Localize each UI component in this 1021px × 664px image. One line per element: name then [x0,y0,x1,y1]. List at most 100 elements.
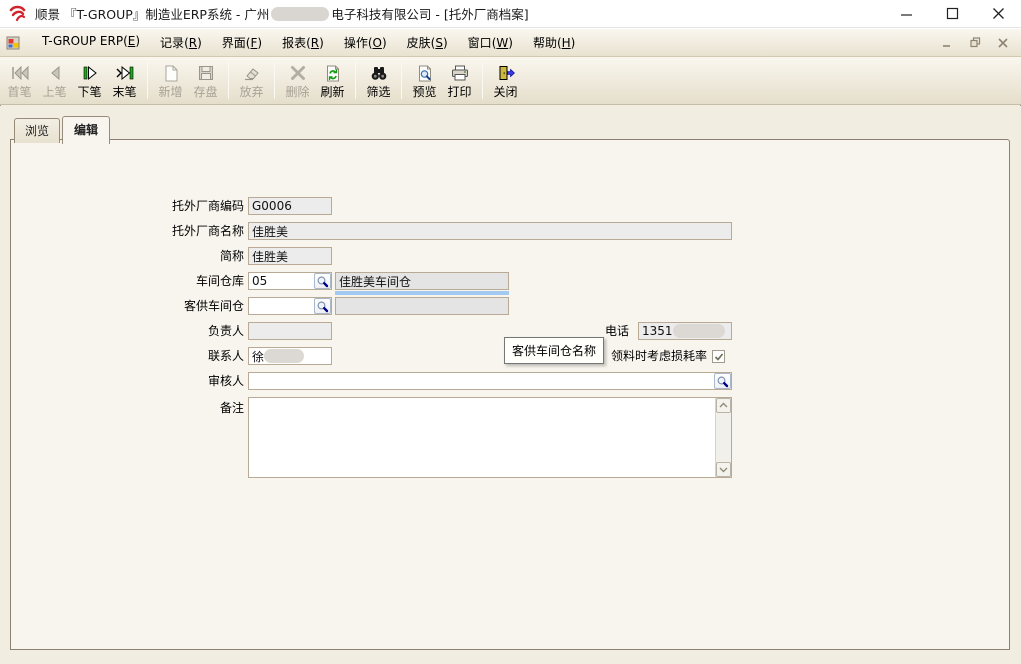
remark-textarea[interactable] [248,397,732,478]
auditor-lookup-button[interactable] [714,373,731,389]
short-name-value: 佳胜美 [252,248,288,265]
delete-icon [287,63,309,84]
toolbar-button-label: 筛选 [366,85,390,99]
toolbar-button-label: 预览 [412,85,436,99]
menu-item-5[interactable]: 皮肤(S) [397,30,458,55]
mdi-window-controls [939,36,1021,50]
toolbar: 首笔上笔下笔末笔 新增存盘 放弃 删除刷新 筛选 预览打印 关闭 [0,57,1021,105]
toolbar-button-label: 存盘 [193,85,217,99]
tab-strip: 浏览编辑 [14,115,112,143]
auditor-label: 审核人 [11,372,244,390]
maximize-icon [946,7,959,20]
mdi-restore-button[interactable] [967,36,983,50]
mdi-minimize-button[interactable] [939,36,955,50]
preview-icon [414,63,436,84]
tab-browse[interactable]: 浏览 [14,118,60,143]
menu-items: T-GROUP ERP(E)记录(R)界面(F)报表(R)操作(O)皮肤(S)窗… [32,30,585,55]
toolbar-button-label: 刷新 [320,85,344,99]
phone-field[interactable]: 1351 [638,322,732,340]
magnifier-icon [716,375,729,388]
menu-item-3[interactable]: 报表(R) [272,30,334,55]
mdi-restore-icon [970,37,981,48]
close-icon [495,63,517,84]
auditor-field[interactable] [248,372,732,390]
window-title-suffix: 电子科技有限公司 - [托外厂商档案] [331,4,528,23]
vendor-name-field[interactable]: 佳胜美 [248,222,732,240]
workshop-warehouse-name-field: 佳胜美车间仓 [335,272,509,290]
mdi-minimize-icon [942,38,952,48]
vendor-name-label: 托外厂商名称 [11,222,244,240]
next-icon [79,63,101,84]
toolbar-button-delete: 删除 [280,59,315,102]
mdi-close-icon [998,38,1008,48]
toolbar-button-label: 末笔 [112,85,136,99]
window-controls [883,0,1021,27]
print-icon [449,63,471,84]
refresh-icon [322,63,344,84]
manager-label: 负责人 [11,322,244,340]
contact-field[interactable]: 徐 [248,347,332,365]
toolbar-button-label: 上笔 [42,85,66,99]
toolbar-button-refresh[interactable]: 刷新 [315,59,350,102]
toolbar-button-print[interactable]: 打印 [442,59,477,102]
menu-item-6[interactable]: 窗口(W) [458,30,523,55]
customer-warehouse-code-field[interactable] [248,297,332,315]
customer-warehouse-lookup-button[interactable] [314,298,331,314]
toolbar-button-new: 新增 [153,59,188,102]
remark-scrollbar[interactable] [715,398,731,477]
redaction-blur [271,7,329,21]
toolbar-button-save: 存盘 [188,59,223,102]
toolbar-button-next[interactable]: 下笔 [72,59,107,102]
menu-item-2[interactable]: 界面(F) [212,30,272,55]
mdi-close-button[interactable] [995,36,1011,50]
last-icon [114,63,136,84]
menu-item-4[interactable]: 操作(O) [334,30,397,55]
toolbar-button-label: 打印 [447,85,471,99]
vendor-code-field[interactable]: G0006 [248,197,332,215]
toolbar-button-label: 新增 [158,85,182,99]
workshop-warehouse-code-field[interactable]: 05 [248,272,332,290]
scroll-up-button[interactable] [716,398,731,413]
toolbar-button-preview[interactable]: 预览 [407,59,442,102]
toolbar-button-discard: 放弃 [234,59,269,102]
toolbar-button-close[interactable]: 关闭 [488,59,523,102]
menu-item-7[interactable]: 帮助(H) [523,30,585,55]
mdi-child-icon [6,35,22,51]
loss-rate-checkbox[interactable] [712,350,725,363]
workshop-warehouse-name-value: 佳胜美车间仓 [339,273,411,290]
vendor-code-label: 托外厂商编码 [11,197,244,215]
vendor-code-value: G0006 [252,199,292,213]
scroll-down-button[interactable] [716,462,731,477]
menu-item-0[interactable]: T-GROUP ERP(E) [32,30,150,55]
prev-icon [44,63,66,84]
toolbar-button-filter[interactable]: 筛选 [361,59,396,102]
chevron-down-icon [719,466,728,473]
customer-warehouse-name-field [335,297,509,315]
maximize-button[interactable] [929,0,975,27]
close-icon [992,7,1005,20]
discard-icon [241,63,263,84]
short-name-label: 简称 [11,247,244,265]
toolbar-separator [147,62,148,99]
toolbar-button-first: 首笔 [2,59,37,102]
edit-panel: 托外厂商编码 G0006 托外厂商名称 佳胜美 简称 佳胜美 车间仓库 05 [10,139,1010,650]
contact-value: 徐 [252,348,264,365]
workshop-warehouse-lookup-button[interactable] [314,273,331,289]
menu-item-1[interactable]: 记录(R) [150,30,212,55]
toolbar-button-label: 下笔 [77,85,101,99]
toolbar-button-label: 首笔 [7,85,31,99]
toolbar-button-last[interactable]: 末笔 [107,59,142,102]
toolbar-button-prev: 上笔 [37,59,72,102]
manager-field[interactable] [248,322,332,340]
toolbar-separator [355,62,356,99]
tab-edit[interactable]: 编辑 [62,116,110,144]
new-icon [160,63,182,84]
menu-bar: T-GROUP ERP(E)记录(R)界面(F)报表(R)操作(O)皮肤(S)窗… [0,28,1021,57]
toolbar-button-label: 放弃 [239,85,263,99]
window-title: 顺景 『T-GROUP』制造业ERP系统 - 广州 电子科技有限公司 - [托外… [35,4,529,23]
toolbar-separator [228,62,229,99]
close-button[interactable] [975,0,1021,27]
minimize-button[interactable] [883,0,929,27]
short-name-field[interactable]: 佳胜美 [248,247,332,265]
window-title-prefix: 顺景 『T-GROUP』制造业ERP系统 - 广州 [35,4,269,23]
